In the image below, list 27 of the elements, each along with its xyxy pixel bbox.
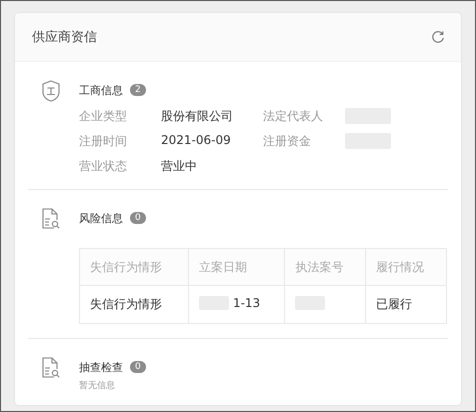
document-search-icon (41, 208, 61, 230)
field-label: 注册资金 (263, 133, 312, 150)
column-header: 执法案号 (284, 248, 366, 286)
field-label: 法定代表人 (263, 108, 324, 125)
field-label: 企业类型 (79, 108, 128, 125)
field-value: 股份有限公司 (161, 108, 233, 125)
column-header: 立案日期 (188, 248, 285, 286)
count-badge: 0 (130, 212, 146, 224)
empty-note: 暂无信息 (79, 380, 116, 392)
refresh-icon[interactable] (431, 30, 445, 44)
section-title: 抽查检查 (79, 360, 123, 374)
card-title: 供应商资信 (32, 29, 97, 46)
cell-text: 失信行为情形 (90, 296, 162, 313)
column-header: 履行情况 (366, 248, 446, 286)
section-title: 工商信息 (79, 82, 123, 98)
count-badge: 0 (130, 361, 146, 373)
shield-icon (41, 80, 61, 102)
field-value: 营业中 (161, 158, 197, 175)
field-label: 注册时间 (79, 133, 128, 150)
document-search-icon (41, 357, 61, 379)
field-label: 营业状态 (79, 158, 128, 175)
cell-text: 已履行 (376, 296, 412, 313)
section-title: 风险信息 (79, 210, 123, 226)
count-badge: 2 (130, 84, 146, 96)
cell-text: 1-13 (232, 296, 260, 310)
column-header: 失信行为情形 (80, 248, 188, 286)
field-value: 2021-06-09 (161, 133, 231, 149)
